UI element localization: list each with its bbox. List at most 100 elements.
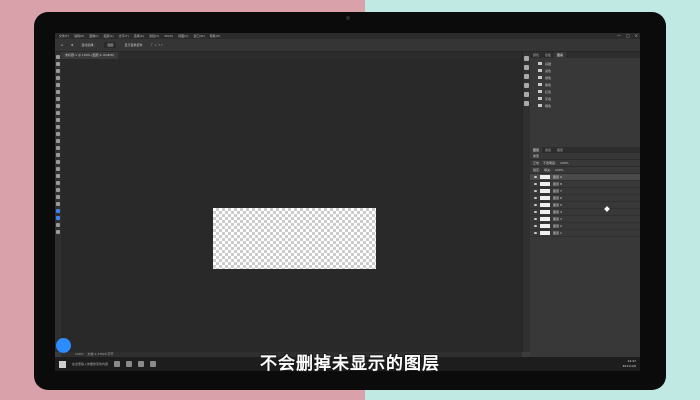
blend-mode-dropdown[interactable]: 正常 [533, 161, 539, 165]
opacity-input[interactable]: 100% [560, 161, 569, 165]
eyedropper-tool-icon[interactable] [56, 97, 60, 101]
layers-panel: 图层 通道 路径 类型 正常 不透明度: 100% 锁定: 填充: 100% 图… [530, 147, 640, 357]
document-tab[interactable]: 未标题-1 @ 100% (图层 9, RGB/8) [61, 52, 118, 59]
list-item[interactable]: 灰色 [532, 95, 638, 102]
align-icons[interactable]: ⊤ ⊥ ⊣ ⊢ [150, 43, 163, 47]
menu-select[interactable]: 选择(S) [134, 34, 144, 38]
visibility-eye-icon[interactable] [534, 190, 537, 192]
menu-file[interactable]: 文件(F) [59, 34, 69, 38]
menu-window[interactable]: 窗口(W) [193, 34, 204, 38]
fill-input[interactable]: 100% [555, 168, 564, 172]
visibility-eye-icon[interactable] [534, 218, 537, 220]
layer-row[interactable]: 图层 1 [530, 230, 640, 237]
visibility-eye-icon[interactable] [534, 183, 537, 185]
menu-help[interactable]: 帮助(H) [210, 34, 221, 38]
menu-3d[interactable]: 3D(D) [164, 34, 173, 38]
move-tool-icon[interactable] [56, 55, 60, 59]
stamp-tool-icon[interactable] [56, 118, 60, 122]
layer-row[interactable]: 图层 2 [530, 223, 640, 230]
visibility-eye-icon[interactable] [534, 197, 537, 199]
layer-row[interactable]: 图层 7 [530, 188, 640, 195]
healing-tool-icon[interactable] [56, 104, 60, 108]
tab-color[interactable]: 颜色 [530, 52, 542, 58]
list-item[interactable]: 蓝色 [532, 67, 638, 74]
tab-layers[interactable]: 图层 [530, 147, 543, 153]
minimize-icon[interactable]: — [617, 33, 621, 38]
screen-mode-icon[interactable] [56, 230, 60, 234]
properties-panel-icon[interactable] [524, 65, 529, 70]
move-tool-icon[interactable]: ✥ [71, 43, 74, 47]
home-icon[interactable]: ⌂ [61, 43, 63, 47]
menu-layer[interactable]: 图层(L) [104, 34, 114, 38]
adjustments-panel-icon[interactable] [524, 74, 529, 79]
more-tools-icon[interactable] [56, 202, 60, 206]
folder-icon [538, 83, 542, 86]
gradient-tool-icon[interactable] [56, 139, 60, 143]
layer-row[interactable]: 图层 4 [530, 209, 640, 216]
transparent-document-canvas[interactable] [213, 208, 376, 269]
menu-type[interactable]: 文字(Y) [119, 34, 129, 38]
layer-row[interactable]: 图层 8 [530, 181, 640, 188]
layer-thumbnail [540, 231, 550, 235]
brush-panel-icon[interactable] [524, 83, 529, 88]
history-brush-tool-icon[interactable] [56, 125, 60, 129]
blur-tool-icon[interactable] [56, 146, 60, 150]
foreground-color-swatch[interactable] [56, 209, 60, 213]
maximize-icon[interactable]: □ [626, 33, 630, 38]
list-item[interactable]: 红色 [532, 88, 638, 95]
list-item[interactable]: 绿色 [532, 74, 638, 81]
layer-thumbnail [540, 189, 550, 193]
transform-controls-checkbox[interactable]: 显示变换控件 [124, 43, 142, 47]
character-panel-icon[interactable] [524, 92, 529, 97]
layer-row[interactable]: 图层 5 [530, 202, 640, 209]
filter-type-dropdown[interactable]: 类型 [533, 154, 539, 158]
visibility-eye-icon[interactable] [534, 204, 537, 206]
zoom-tool-icon[interactable] [56, 195, 60, 199]
menu-filter[interactable]: 滤镜(T) [149, 34, 159, 38]
layer-thumbnail [540, 224, 550, 228]
path-select-tool-icon[interactable] [56, 174, 60, 178]
visibility-eye-icon[interactable] [534, 225, 537, 227]
layer-row[interactable]: 图层 6 [530, 195, 640, 202]
tab-channels[interactable]: 通道 [542, 147, 554, 153]
layer-row[interactable]: 图层 3 [530, 216, 640, 223]
canvas-area[interactable] [61, 59, 522, 352]
menu-edit[interactable]: 编辑(E) [74, 34, 84, 38]
lock-row: 锁定: 填充: 100% [530, 167, 640, 174]
history-panel-icon[interactable] [524, 56, 529, 61]
pen-tool-icon[interactable] [56, 160, 60, 164]
options-bar: ⌂ ✥ 自动选择： 图层 显示变换控件 ⊤ ⊥ ⊣ ⊢ [55, 39, 640, 52]
marquee-tool-icon[interactable] [56, 62, 60, 66]
folder-icon [538, 62, 542, 65]
menu-image[interactable]: 图像(I) [89, 34, 98, 38]
crop-tool-icon[interactable] [56, 83, 60, 87]
list-item[interactable]: 紫色 [532, 81, 638, 88]
type-tool-icon[interactable] [56, 167, 60, 171]
hand-tool-icon[interactable] [56, 188, 60, 192]
layer-row[interactable]: 图层 9 [530, 174, 640, 181]
visibility-eye-icon[interactable] [534, 176, 537, 178]
auto-select-label[interactable]: 自动选择： [81, 43, 96, 47]
frame-tool-icon[interactable] [56, 90, 60, 94]
brush-tool-icon[interactable] [56, 111, 60, 115]
menu-view[interactable]: 视图(V) [178, 34, 188, 38]
visibility-eye-icon[interactable] [534, 211, 537, 213]
visibility-eye-icon[interactable] [534, 232, 537, 234]
list-item[interactable]: 暗色 [532, 102, 638, 109]
paragraph-panel-icon[interactable] [524, 101, 529, 106]
list-item[interactable]: 基础 [532, 60, 638, 67]
folder-icon [538, 90, 542, 93]
lasso-tool-icon[interactable] [56, 69, 60, 73]
eraser-tool-icon[interactable] [56, 132, 60, 136]
tab-patterns[interactable]: 图案 [554, 52, 567, 58]
background-color-swatch[interactable] [56, 216, 60, 220]
dodge-tool-icon[interactable] [56, 153, 60, 157]
folder-icon [538, 76, 542, 79]
tab-swatches[interactable]: 色板 [542, 52, 554, 58]
shape-tool-icon[interactable] [56, 181, 60, 185]
close-icon[interactable]: × [635, 33, 638, 38]
quick-select-tool-icon[interactable] [56, 76, 60, 80]
quick-mask-icon[interactable] [56, 223, 60, 227]
layer-select-dropdown[interactable]: 图层 [104, 42, 117, 48]
tab-paths[interactable]: 路径 [554, 147, 566, 153]
